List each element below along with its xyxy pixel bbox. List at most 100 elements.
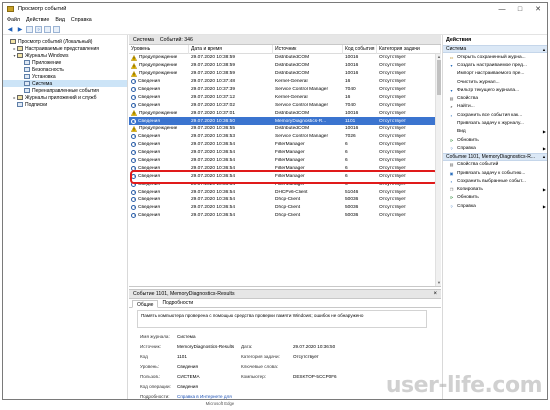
submenu-arrow-icon: ▶	[542, 187, 546, 193]
tree-item[interactable]: Просмотр событий (Локальный)	[3, 38, 127, 45]
detail-tabs: Общие Подробности	[129, 299, 441, 308]
table-row[interactable]: i Сведения 29.07.2020 10:36:54 DHCPv6-Clien…	[129, 188, 441, 196]
action-item[interactable]: Вид ▶	[443, 128, 547, 136]
table-row[interactable]: i Сведения 29.07.2020 10:36:54 Dhcp-Client 5…	[129, 196, 441, 204]
menu-help[interactable]: Справка	[71, 17, 92, 23]
table-row[interactable]: i Сведения 29.07.2020 10:37:39 Service Cont…	[129, 86, 441, 94]
table-row[interactable]: i Сведения 29.07.2020 10:36:54 FilterManage…	[129, 141, 441, 149]
action-item[interactable]: ⟳ Обновить	[443, 194, 547, 202]
action-item[interactable]: ▤ Свойства	[443, 94, 547, 102]
level-text: Сведения	[138, 158, 160, 164]
action-item[interactable]: ▭ Открыть сохраненный журна...	[443, 53, 547, 61]
action-label: Очистить журнал...	[457, 79, 500, 85]
warning-icon	[131, 70, 137, 77]
table-row[interactable]: Предупреждение 29.07.2020 10:37:01 Distrib…	[129, 109, 441, 117]
action-item[interactable]: ❐ Копировать ▶	[443, 185, 547, 193]
close-icon[interactable]: ×	[433, 291, 437, 297]
log-icon	[17, 102, 23, 107]
tab-details[interactable]: Подробности	[158, 299, 197, 307]
table-row[interactable]: i Сведения 29.07.2020 10:37:02 Service Cont…	[129, 101, 441, 109]
action-item[interactable]: ? Справка ▶	[443, 202, 547, 210]
table-row[interactable]: i Сведения 29.07.2020 10:36:50 MemoryDiagno…	[129, 117, 441, 126]
event-viewer-window: Просмотр событий — □ ✕ Файл Действие Вид…	[2, 2, 548, 400]
cell-code: 51046	[345, 189, 359, 195]
table-row[interactable]: i Сведения 29.07.2020 10:36:54 FilterManage…	[129, 157, 441, 165]
tree-item[interactable]: Безопасность	[3, 66, 127, 73]
tree-item[interactable]: Перенаправленные события	[3, 87, 127, 94]
info-icon: i	[131, 189, 136, 195]
scroll-down-icon[interactable]: ▼	[436, 280, 441, 286]
panel-icon[interactable]	[53, 25, 60, 33]
panel-icon[interactable]	[26, 25, 33, 33]
actions-section-log[interactable]: Система ▲	[443, 45, 547, 53]
vertical-scrollbar[interactable]: ▲ ▼	[435, 54, 441, 286]
action-item[interactable]: ▾ Фильтр текущего журнала...	[443, 86, 547, 94]
menu-action[interactable]: Действие	[26, 17, 49, 23]
back-arrow-icon[interactable]: ◀	[6, 25, 14, 33]
action-item[interactable]: Привязать задачу к журналу...	[443, 119, 547, 127]
label-source: Источник:	[140, 344, 161, 349]
forward-arrow-icon[interactable]: ▶	[16, 25, 24, 33]
table-row[interactable]: i Сведения 29.07.2020 10:36:53 Service Cont…	[129, 133, 441, 141]
table-row[interactable]: i Сведения 29.07.2020 10:36:54 FilterManage…	[129, 180, 441, 188]
help-icon[interactable]: ?	[35, 25, 42, 33]
cell-code: 50036	[345, 213, 359, 219]
column-header-date[interactable]: Дата и время	[189, 45, 273, 54]
action-item[interactable]: Импорт настраиваемого пре...	[443, 70, 547, 78]
table-row[interactable]: Предупреждение 29.07.2020 10:38:59 Distrib…	[129, 70, 441, 78]
column-header-category[interactable]: Категория задачи	[377, 45, 441, 54]
action-item[interactable]: ⟳ Обновить	[443, 136, 547, 144]
cell-source: DistributedCOM	[275, 126, 310, 132]
action-item[interactable]: ? Справка ▶	[443, 144, 547, 152]
label-level: Уровень:	[140, 364, 159, 369]
tree-item[interactable]: Система	[3, 80, 127, 87]
action-item[interactable]: Очистить журнал...	[443, 78, 547, 86]
table-row[interactable]: i Сведения 29.07.2020 10:36:54 FilterManage…	[129, 164, 441, 172]
tab-general[interactable]: Общие	[132, 300, 159, 308]
submenu-arrow-icon: ▶	[542, 145, 546, 151]
action-item[interactable]: ▪ Сохранить все события как...	[443, 111, 547, 119]
column-header-code[interactable]: Код события	[343, 45, 377, 54]
actions-section-event[interactable]: Событие 1101, MemoryDiagnostics-R... ▲	[443, 152, 547, 161]
menu-file[interactable]: Файл	[7, 17, 20, 23]
column-header-source[interactable]: Источник	[273, 45, 343, 54]
online-help-link[interactable]: Справка в Интернете для	[177, 394, 232, 399]
tree-item[interactable]: ▾ Журналы Windows	[3, 52, 127, 59]
cell-category: Отсутствует	[379, 150, 406, 156]
panel-icon[interactable]	[44, 25, 51, 33]
table-row[interactable]: i Сведения 29.07.2020 10:36:54 Dhcp-Client 5…	[129, 204, 441, 212]
maximize-button[interactable]: □	[511, 3, 529, 15]
action-label: Создать настраиваемое пред...	[457, 62, 527, 68]
table-row[interactable]: i Сведения 29.07.2020 10:37:48 Kernel-Gener…	[129, 78, 441, 86]
minimize-button[interactable]: —	[493, 3, 511, 15]
table-row[interactable]: i Сведения 29.07.2020 10:37:12 Kernel-Gener…	[129, 93, 441, 101]
table-row[interactable]: Предупреждение 29.07.2020 10:36:55 Distrib…	[129, 125, 441, 133]
close-button[interactable]: ✕	[529, 3, 547, 15]
warning-icon	[131, 110, 137, 116]
table-row[interactable]: i Сведения 29.07.2020 10:36:54 Dhcp-Client 5…	[129, 212, 441, 220]
tree-item[interactable]: Подписки	[3, 101, 127, 108]
tree-item[interactable]: Установка	[3, 73, 127, 80]
events-table: Уровень Дата и время Источник Код событи…	[129, 45, 441, 287]
level-text: Сведения	[138, 173, 160, 179]
table-row[interactable]: Предупреждение 29.07.2020 10:38:59 Distrib…	[129, 54, 441, 62]
tree-item[interactable]: ▸ Журналы приложений и служб	[3, 94, 127, 101]
column-header-level[interactable]: Уровень	[129, 45, 189, 54]
action-item[interactable]: ▣ Привязать задачу к событию...	[443, 169, 547, 177]
event-viewer-icon	[10, 39, 16, 44]
action-item[interactable]: ▾ Создать настраиваемое пред...	[443, 61, 547, 69]
filter-icon: ▾	[450, 62, 453, 68]
menu-view[interactable]: Вид	[55, 17, 65, 23]
scroll-thumb[interactable]	[437, 60, 441, 95]
tree-item[interactable]: ▸ Настраиваемые представления	[3, 45, 127, 52]
table-row[interactable]: Предупреждение 29.07.2020 10:38:59 Distrib…	[129, 62, 441, 70]
table-row[interactable]: i Сведения 29.07.2020 10:36:54 FilterManage…	[129, 149, 441, 157]
action-item[interactable]: ▤ Свойства событий	[443, 161, 547, 169]
tree-item-label: Журналы Windows	[25, 52, 69, 59]
cell-source: DistributedCOM	[275, 110, 310, 116]
tree-item[interactable]: Приложение	[3, 59, 127, 66]
action-item[interactable]: ▪ Сохранить выбранные событ...	[443, 177, 547, 185]
level-text: Сведения	[138, 134, 160, 140]
action-item[interactable]: ⌕ Найти...	[443, 103, 547, 111]
table-row[interactable]: i Сведения 29.07.2020 10:36:54 FilterManage…	[129, 172, 441, 180]
